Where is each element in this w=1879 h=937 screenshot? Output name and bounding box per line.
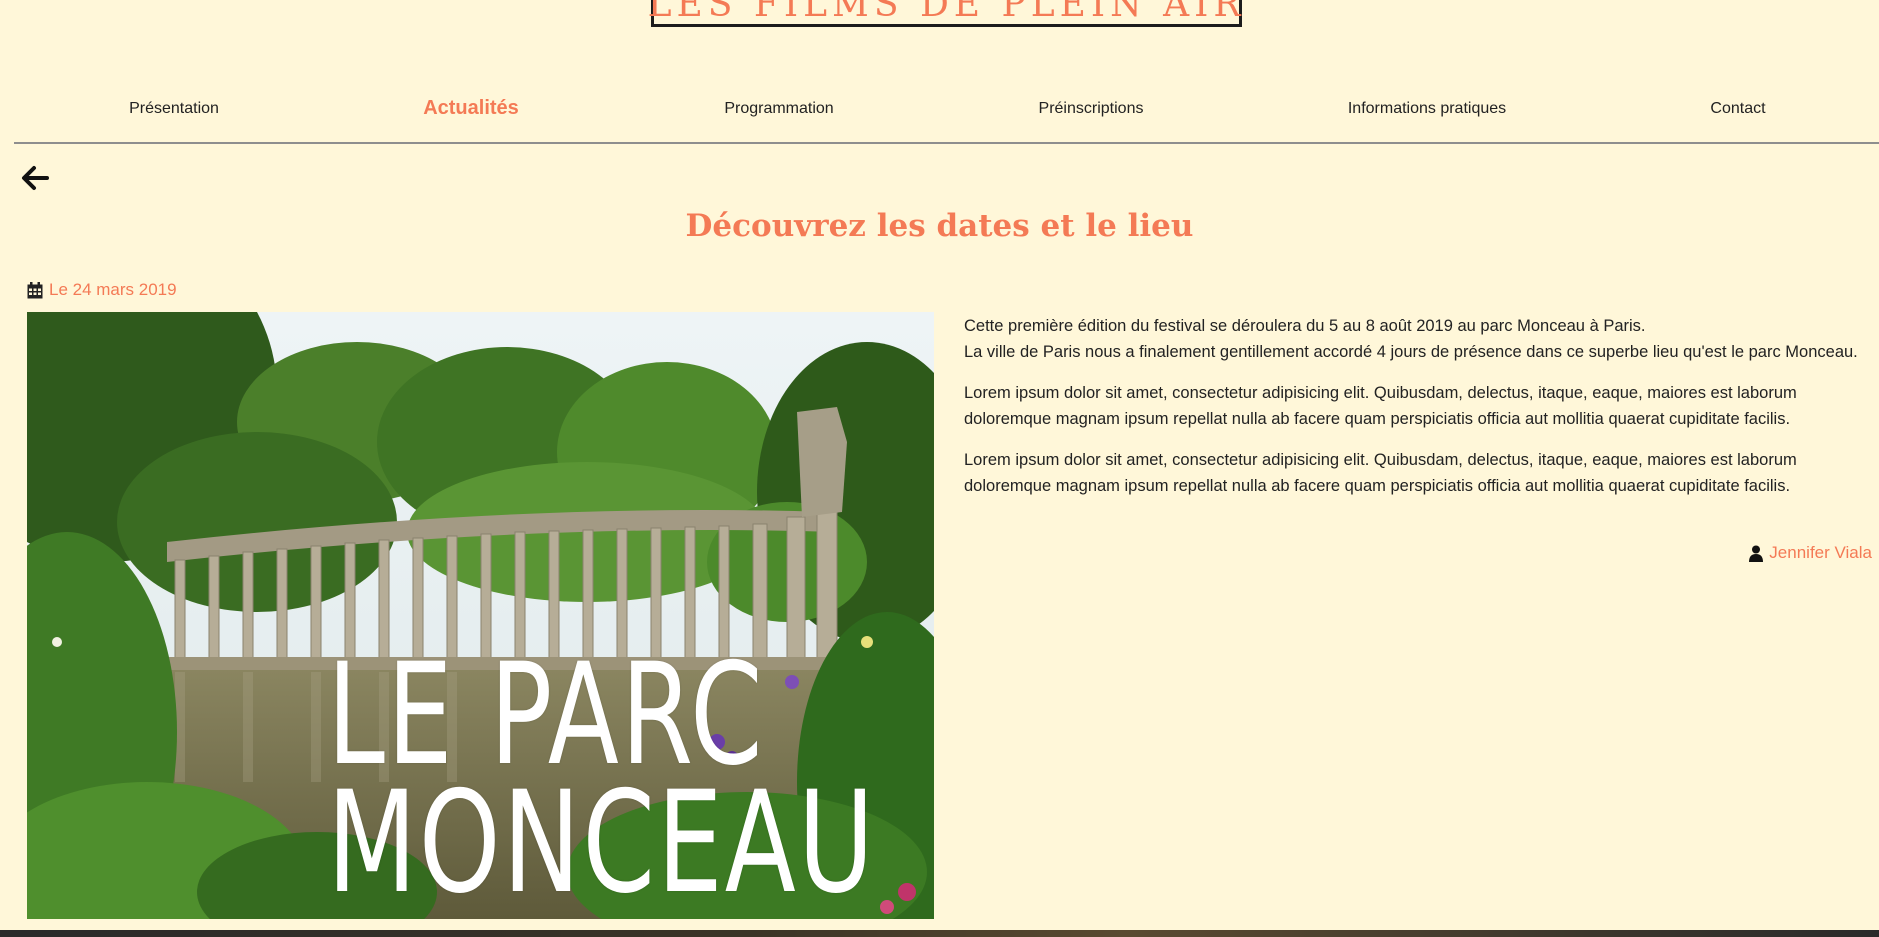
nav-item-actualites[interactable]: Actualités [423, 97, 519, 120]
nav-item-informations-pratiques[interactable]: Informations pratiques [1348, 100, 1506, 118]
article-date-text: Le 24 mars 2019 [49, 280, 177, 299]
article-paragraph-1-line-1: Cette première édition du festival se dé… [964, 317, 1646, 335]
article-paragraph-1: Cette première édition du festival se dé… [964, 313, 1874, 365]
nav-item-programmation[interactable]: Programmation [724, 100, 833, 118]
nav-item-presentation[interactable]: Présentation [129, 100, 219, 118]
article-author-name[interactable]: Jennifer Viala [1769, 543, 1872, 563]
article-image-parc-monceau: LE PARC MONCEAU [27, 312, 934, 919]
article-paragraph-3: Lorem ipsum dolor sit amet, consectetur … [964, 451, 1797, 495]
site-logo-text: LES FILMS DE PLEIN AIR [647, 0, 1246, 25]
main-navigation: Présentation Actualités Programmation Pr… [14, 90, 1879, 144]
nav-item-preinscriptions[interactable]: Préinscriptions [1039, 100, 1144, 118]
article-date: Le 24 mars 2019 [27, 280, 177, 300]
article-title: Découvrez les dates et le lieu [685, 208, 1194, 244]
arrow-left-icon[interactable] [20, 165, 50, 191]
article-paragraph-1-line-2: La ville de Paris nous a finalement gent… [964, 343, 1858, 361]
image-caption-line-2: MONCEAU [327, 760, 876, 919]
bottom-edge [0, 930, 1879, 937]
calendar-icon [27, 281, 43, 299]
site-logo[interactable]: LES FILMS DE PLEIN AIR [648, 0, 1242, 27]
user-icon [1749, 545, 1764, 562]
article-author: Jennifer Viala [1749, 543, 1872, 563]
article-paragraph-2: Lorem ipsum dolor sit amet, consectetur … [964, 384, 1797, 428]
article-body: Cette première édition du festival se dé… [964, 313, 1874, 514]
nav-item-contact[interactable]: Contact [1710, 100, 1765, 118]
